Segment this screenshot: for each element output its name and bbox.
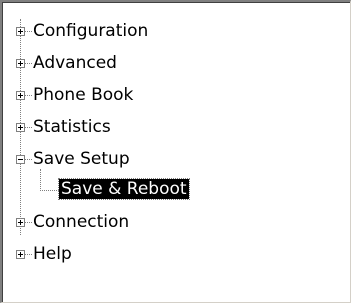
tree-item-help[interactable]: Help — [31, 244, 74, 264]
plus-expander-icon[interactable] — [16, 123, 25, 132]
plus-expander-icon[interactable] — [16, 27, 25, 36]
tree-item-statistics[interactable]: Statistics — [31, 117, 113, 137]
tree-item-phone-book[interactable]: Phone Book — [31, 85, 135, 105]
minus-expander-icon[interactable] — [16, 155, 25, 164]
tree-item-save-and-reboot[interactable]: Save & Reboot — [58, 178, 190, 200]
tree-item-advanced[interactable]: Advanced — [31, 53, 119, 73]
tree-view[interactable]: Configuration Advanced Phone Book Statis… — [0, 0, 351, 303]
tree-item-save-setup[interactable]: Save Setup — [31, 149, 132, 169]
tree-item-configuration[interactable]: Configuration — [31, 21, 150, 41]
plus-expander-icon[interactable] — [16, 91, 25, 100]
plus-expander-icon[interactable] — [16, 250, 25, 259]
tree-child-branch-line — [40, 190, 59, 191]
tree-item-connection[interactable]: Connection — [31, 212, 131, 232]
tree-child-connector-line — [40, 169, 41, 191]
plus-expander-icon[interactable] — [16, 59, 25, 68]
tree-view-inner: Configuration Advanced Phone Book Statis… — [2, 2, 350, 302]
plus-expander-icon[interactable] — [16, 218, 25, 227]
